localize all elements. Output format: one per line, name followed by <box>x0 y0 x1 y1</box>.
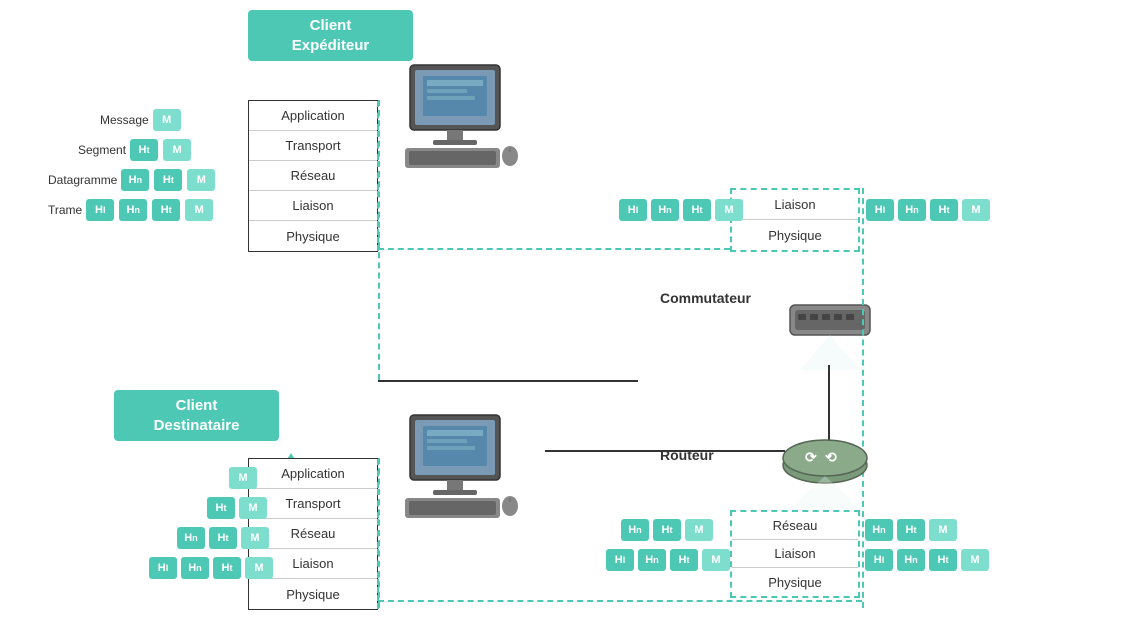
sender-physique-row: Physique <box>249 221 377 251</box>
badge-Ht-router-l2: Ht <box>670 549 698 571</box>
badge-Hl-router-l: Hl <box>606 549 634 571</box>
message-row: Message M <box>100 108 182 132</box>
badge-Hn-recv-t: Hn <box>181 557 209 579</box>
badge-Ht-switch-r: Ht <box>930 199 958 221</box>
switch-physique-row: Physique <box>732 220 858 250</box>
receiver-transport-badges: Ht M <box>206 496 268 520</box>
right-dashed-vertical <box>862 188 864 608</box>
badge-Ht-switch: Ht <box>683 199 711 221</box>
badge-Ht-router-l: Ht <box>653 519 681 541</box>
badge-Ht-router-r: Ht <box>897 519 925 541</box>
client-destinataire-header: ClientDestinataire <box>114 390 279 441</box>
receiver-transport-row: Transport <box>249 489 377 519</box>
switch-left-badges: Hl Hn Ht M <box>618 198 744 222</box>
badge-Hn-datagram: Hn <box>121 169 149 191</box>
badge-Hl-recv: Hl <box>149 557 177 579</box>
switch-right-badges: Hl Hn Ht M <box>865 198 991 222</box>
router-liaison-row: Liaison <box>732 540 858 568</box>
badge-Hn-router-l: Hn <box>621 519 649 541</box>
badge-Hl-switch-r: Hl <box>866 199 894 221</box>
badge-Hl-trame-top: Hl <box>86 199 114 221</box>
badge-M-datagram: M <box>187 169 215 191</box>
sender-vertical-dashed <box>378 100 380 380</box>
bottom-dashed-horizontal <box>378 600 862 602</box>
svg-text:⟳: ⟳ <box>805 449 817 465</box>
trame-row-top: Trame Hl Hn Ht M <box>48 198 214 222</box>
badge-Hl-switch: Hl <box>619 199 647 221</box>
badge-Hn-trame-top: Hn <box>119 199 147 221</box>
receiver-reseau-badges: Hn Ht M <box>176 526 270 550</box>
badge-M-segment: M <box>163 139 191 161</box>
badge-Ht-router-r2: Ht <box>929 549 957 571</box>
badge-M-router-r: M <box>929 519 957 541</box>
top-dashed-horizontal <box>378 248 730 250</box>
switch-stack-box: Liaison Physique <box>730 188 860 252</box>
badge-Hn-switch: Hn <box>651 199 679 221</box>
receiver-application-row: Application <box>249 459 377 489</box>
badge-Ht-trame-top: Ht <box>152 199 180 221</box>
badge-M-recv-trame: M <box>245 557 273 579</box>
router-icon: ⟳ ⟲ <box>770 420 880 513</box>
badge-Ht-recv-t: Ht <box>213 557 241 579</box>
badge-Hn-router-l2: Hn <box>638 549 666 571</box>
router-right-reseau-badges: Hn Ht M <box>864 518 958 542</box>
badge-Hl-router-r: Hl <box>865 549 893 571</box>
badge-Hn-router-r2: Hn <box>897 549 925 571</box>
datagram-label: Datagramme <box>48 173 117 187</box>
badge-Hn-switch-r: Hn <box>898 199 926 221</box>
router-reseau-row: Réseau <box>732 512 858 540</box>
sender-reseau-row: Réseau <box>249 161 377 191</box>
badge-M-recv-transport: M <box>239 497 267 519</box>
switch-liaison-row: Liaison <box>732 190 858 220</box>
badge-Hn-recv: Hn <box>177 527 205 549</box>
trame-label: Trame <box>48 203 82 217</box>
receiver-physique-row: Physique <box>249 579 377 609</box>
sender-computer <box>395 60 525 193</box>
badge-Hn-router-r: Hn <box>865 519 893 541</box>
sender-liaison-row: Liaison <box>249 191 377 221</box>
badge-M-switch: M <box>715 199 743 221</box>
badge-M-trame-top: M <box>185 199 213 221</box>
badge-M-router-l: M <box>685 519 713 541</box>
badge-M-switch-r: M <box>962 199 990 221</box>
receiver-dashed-vertical <box>378 458 380 608</box>
router-right-liaison-badges: Hl Hn Ht M <box>864 548 990 572</box>
sender-stack: Application Transport Réseau Liaison Phy… <box>248 100 378 252</box>
receiver-computer <box>395 410 525 543</box>
datagram-row: Datagramme Hn Ht M <box>48 168 216 192</box>
switch-icon <box>780 270 880 373</box>
badge-Ht-recv: Ht <box>207 497 235 519</box>
badge-M-recv-app: M <box>229 467 257 489</box>
message-label: Message <box>100 113 149 127</box>
svg-text:⟲: ⟲ <box>825 449 837 465</box>
commutateur-label: Commutateur <box>660 290 751 306</box>
router-stack-box: Réseau Liaison Physique <box>730 510 860 598</box>
badge-M-recv-reseau: M <box>241 527 269 549</box>
badge-Ht-segment: Ht <box>130 139 158 161</box>
segment-row: Segment Ht M <box>78 138 192 162</box>
badge-M-message: M <box>153 109 181 131</box>
router-to-receiver-line <box>545 450 785 452</box>
badge-Ht-recv-r: Ht <box>209 527 237 549</box>
badge-M-router-l2: M <box>702 549 730 571</box>
badge-Ht-datagram: Ht <box>154 169 182 191</box>
router-left-reseau-badges: Hn Ht M <box>620 518 714 542</box>
client-expediteur-header: ClientExpéditeur <box>248 10 413 61</box>
sender-to-switch-line <box>378 380 638 382</box>
router-physique-row: Physique <box>732 568 858 596</box>
segment-label: Segment <box>78 143 126 157</box>
sender-transport-row: Transport <box>249 131 377 161</box>
badge-M-router-r2: M <box>961 549 989 571</box>
router-left-liaison-badges: Hl Hn Ht M <box>605 548 731 572</box>
receiver-application-badges: M <box>228 466 258 490</box>
sender-application-row: Application <box>249 101 377 131</box>
receiver-trame-badges: Hl Hn Ht M <box>148 556 274 580</box>
